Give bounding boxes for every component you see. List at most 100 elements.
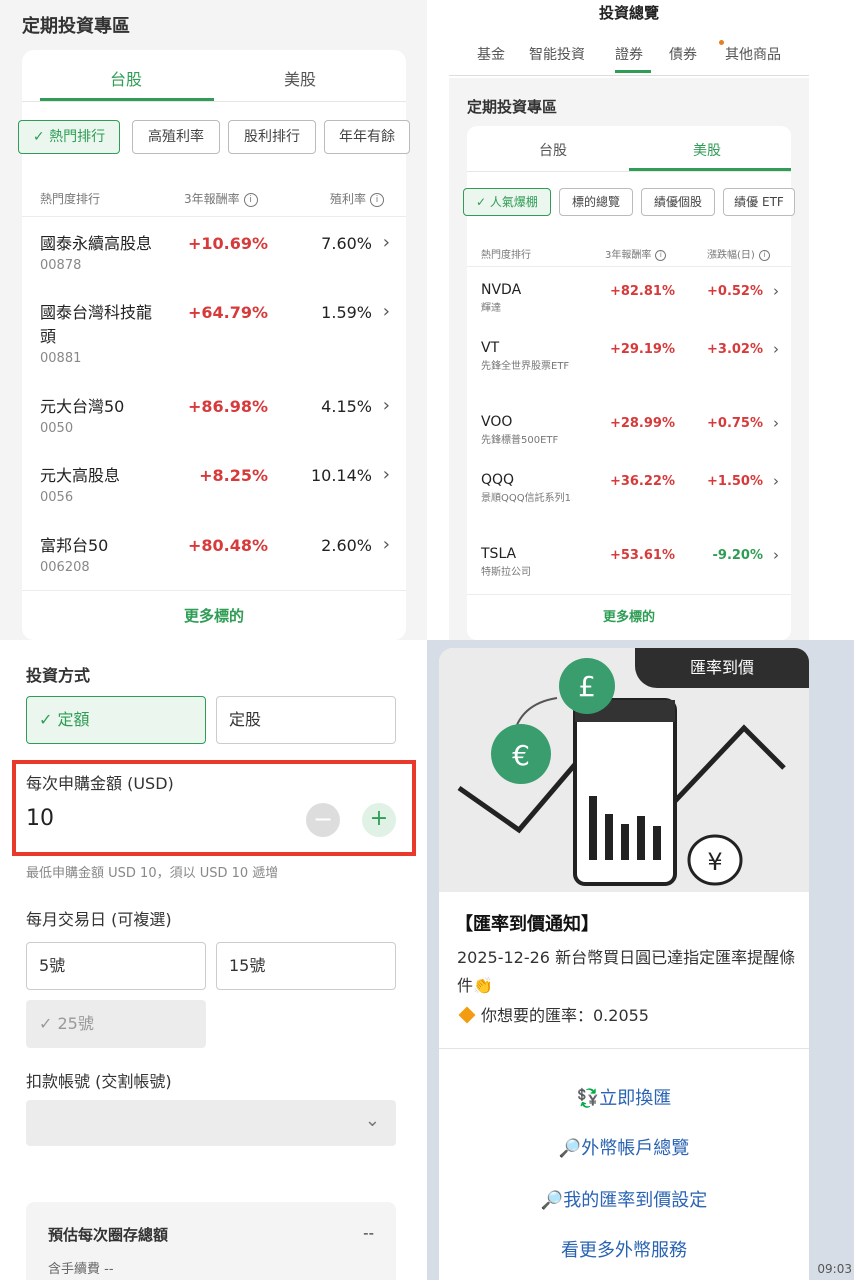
info-icon[interactable]: i	[655, 249, 667, 261]
col-rank: 熱門度排行	[40, 192, 101, 206]
fund-code: 0056	[40, 490, 74, 505]
ticker: VT	[481, 340, 500, 356]
table-row[interactable]: TSLA 特斯拉公司 +53.61% -9.20% ›	[467, 546, 791, 586]
exchange-now-link[interactable]: 💱立即換匯	[439, 1084, 809, 1110]
nav-tab-funds[interactable]: 基金	[477, 44, 505, 64]
col-return: 3年報酬率 i	[605, 246, 667, 261]
chip-yearly[interactable]: 年年有餘	[324, 120, 410, 154]
more-items-link[interactable]: 更多標的	[467, 594, 791, 640]
tab-tw-stock[interactable]: 台股	[539, 140, 567, 160]
chevron-right-icon: ›	[382, 534, 390, 555]
fx-account-overview-link[interactable]: 🔎外幣帳戶總覽	[439, 1134, 809, 1160]
account-select[interactable]: ⌄	[26, 1100, 396, 1146]
nav-tab-robo[interactable]: 智能投資	[529, 44, 585, 64]
divider	[467, 171, 791, 172]
yield-value: 7.60%	[321, 234, 372, 253]
info-icon[interactable]: i	[243, 192, 258, 207]
chip-popular[interactable]: ✓ 熱門排行	[18, 120, 120, 154]
diamond-icon	[458, 1006, 476, 1024]
return-value: +36.22%	[609, 474, 675, 489]
ticker-name: 輝達	[481, 303, 501, 314]
col-yield-label: 殖利率	[330, 192, 367, 206]
chip-trending[interactable]: ✓ 人氣爆棚	[463, 188, 551, 216]
more-fx-services-link[interactable]: 看更多外幣服務	[439, 1236, 809, 1262]
tab-us-stock[interactable]: 美股	[693, 140, 721, 160]
active-tab-indicator	[629, 168, 791, 171]
table-row[interactable]: 元大台灣50 0050 +86.98% 4.15% ›	[22, 395, 406, 445]
yield-value: 1.59%	[321, 303, 372, 322]
table-row[interactable]: 國泰台灣科技龍頭 00881 +64.79% 1.59% ›	[22, 301, 406, 373]
return-value: +53.61%	[609, 548, 675, 563]
info-icon[interactable]: i	[370, 192, 385, 207]
market-tabs: 台股 美股	[22, 50, 406, 102]
chevron-right-icon: ›	[382, 464, 390, 485]
col-return: 3年報酬率 i	[184, 190, 258, 207]
ticker-name: 景順QQQ信託系列1	[481, 493, 571, 504]
trade-day-label: 每月交易日 (可複選)	[26, 910, 172, 929]
nav-tab-others[interactable]: 其他商品	[725, 44, 781, 64]
chip-label: 人氣爆棚	[489, 195, 538, 209]
tw-regular-invest-panel: 定期投資專區 台股 美股 ✓ 熱門排行 高殖利率 股利排行 年年有餘 熱門度排行…	[0, 0, 427, 640]
svg-text:£: £	[578, 670, 596, 703]
method-fixed-amount[interactable]: ✓ 定額	[26, 696, 206, 744]
amount-hint: 最低申購金額 USD 10，須以 USD 10 遞增	[26, 866, 279, 881]
col-yield: 殖利率 i	[330, 190, 385, 207]
table-row[interactable]: 元大高股息 0056 +8.25% 10.14% ›	[22, 464, 406, 514]
col-rank: 熱門度排行	[481, 250, 531, 261]
chip-top-etf[interactable]: 績優 ETF	[723, 188, 795, 216]
fund-code: 00878	[40, 258, 82, 273]
chip-dividend-rank[interactable]: 股利排行	[228, 120, 316, 154]
table-row[interactable]: NVDA 輝達 +82.81% +0.52% ›	[467, 282, 791, 322]
info-icon[interactable]: i	[758, 249, 770, 261]
decrease-button[interactable]: −	[306, 803, 340, 837]
nav-tab-securities[interactable]: 證券	[615, 44, 643, 64]
ticker-name: 先鋒標普500ETF	[481, 435, 559, 446]
return-value: +29.19%	[609, 342, 675, 357]
return-value: +82.81%	[609, 284, 675, 299]
chip-top-stocks[interactable]: 績優個股	[641, 188, 715, 216]
fx-alert-settings-link[interactable]: 🔎我的匯率到價設定	[439, 1186, 809, 1212]
day-option-15[interactable]: 15號	[216, 942, 396, 990]
tab-tw-stock[interactable]: 台股	[110, 66, 142, 90]
estimate-fee: 含手續費 --	[48, 1262, 114, 1277]
active-nav-indicator	[615, 70, 651, 73]
filter-chips: ✓ 熱門排行 高殖利率 股利排行 年年有餘	[18, 120, 410, 156]
table-row[interactable]: QQQ 景順QQQ信託系列1 +36.22% +1.50% ›	[467, 472, 791, 526]
ticker: VOO	[481, 414, 513, 430]
tab-us-stock[interactable]: 美股	[284, 66, 316, 90]
chip-high-yield[interactable]: 高殖利率	[132, 120, 220, 154]
ticker: QQQ	[481, 472, 515, 488]
daily-change: +0.75%	[707, 416, 763, 431]
table-row[interactable]: 富邦台50 006208 +80.48% 2.60% ›	[22, 534, 406, 584]
table-row[interactable]: VOO 先鋒標普500ETF +28.99% +0.75% ›	[467, 414, 791, 454]
day-option-25[interactable]: ✓ 25號	[26, 1000, 206, 1048]
ticker: NVDA	[481, 282, 522, 298]
chevron-down-icon: ⌄	[364, 1110, 380, 1131]
more-items-link[interactable]: 更多標的	[22, 590, 406, 640]
svg-text:¥: ¥	[707, 848, 722, 876]
target-rate-text: 你想要的匯率：0.2055	[481, 1006, 649, 1025]
chevron-right-icon: ›	[382, 395, 390, 416]
method-fixed-shares[interactable]: 定股	[216, 696, 396, 744]
col-daily-change: 漲跌幅(日) i	[707, 246, 770, 261]
divider	[467, 266, 791, 267]
message-timestamp: 09:03	[817, 1262, 852, 1276]
return-value: +64.79%	[187, 303, 268, 322]
amount-input[interactable]: 10	[26, 806, 54, 831]
increase-button[interactable]: +	[362, 803, 396, 837]
method-label: 投資方式	[26, 666, 91, 685]
target-rate-line: 你想要的匯率：0.2055	[457, 1002, 649, 1026]
notification-dot	[719, 40, 724, 45]
estimate-title: 預估每次圈存總額	[48, 1226, 169, 1244]
table-row[interactable]: 國泰永續高股息 00878 +10.69% 7.60% ›	[22, 232, 406, 282]
fund-name: 元大高股息	[40, 466, 121, 485]
daily-change: +0.52%	[707, 284, 763, 299]
nav-tab-bonds[interactable]: 債券	[669, 44, 697, 64]
table-row[interactable]: VT 先鋒全世界股票ETF +29.19% +3.02% ›	[467, 340, 791, 390]
yield-value: 10.14%	[310, 466, 372, 485]
day-option-5[interactable]: 5號	[26, 942, 206, 990]
chevron-right-icon: ›	[382, 301, 390, 322]
return-value: +8.25%	[199, 466, 268, 485]
chip-overview[interactable]: 標的總覽	[559, 188, 633, 216]
chevron-right-icon: ›	[773, 414, 779, 432]
